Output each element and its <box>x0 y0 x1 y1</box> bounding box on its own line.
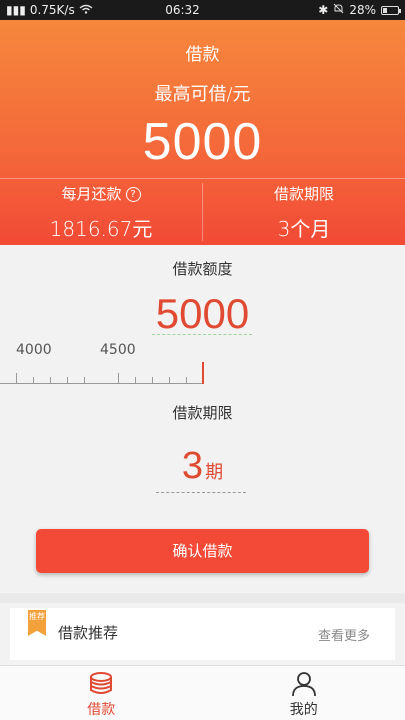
nav-item-mine[interactable]: 我的 <box>203 666 405 720</box>
user-icon <box>291 672 316 697</box>
period-label: 借款期限 <box>172 404 233 422</box>
battery-percent: 28% <box>349 3 376 17</box>
monthly-repayment-value: 1816.67元 <box>49 217 153 241</box>
page-title: 借款 <box>185 45 220 65</box>
ruler-label-4000: 4000 <box>16 342 52 358</box>
period-selector[interactable]: 3期 <box>0 445 405 488</box>
period-number: 3 <box>181 445 204 487</box>
signal-icon: ▮▮▮ <box>6 3 26 17</box>
network-speed: 0.75K/s <box>29 3 75 17</box>
amount-ruler-slider[interactable]: 4000 4500 <box>0 338 405 388</box>
loan-header: 借款 最高可借/元 5000 每月还款 ? 1816.67元 借款期限 3个月 <box>0 20 405 245</box>
bottom-nav: 借款 我的 <box>0 665 405 720</box>
loan-recommend-card[interactable]: 推荐 借款推荐 查看更多 <box>10 608 395 660</box>
status-time: 06:32 <box>165 3 200 17</box>
loan-term: 借款期限 3个月 <box>203 182 405 242</box>
view-more-link[interactable]: 查看更多 <box>318 625 370 644</box>
period-unit: 期 <box>205 462 224 482</box>
amount-value[interactable]: 5000 <box>0 290 405 338</box>
max-amount-value: 5000 <box>142 113 263 171</box>
status-bar: ▮▮▮ 0.75K/s 06:32 ✱ 28% <box>0 0 405 20</box>
loan-term-value: 3个月 <box>277 217 331 241</box>
mute-bell-icon <box>333 3 344 17</box>
confirm-loan-button[interactable]: 确认借款 <box>36 529 369 573</box>
period-underline <box>156 492 246 493</box>
nav-label-loan: 借款 <box>87 702 116 718</box>
ruler-baseline <box>0 383 203 384</box>
help-icon[interactable]: ? <box>125 186 141 202</box>
ruler-tick <box>118 373 119 383</box>
amount-label: 借款额度 <box>172 260 233 278</box>
ruler-label-4500: 4500 <box>100 342 136 358</box>
coins-icon <box>90 672 113 694</box>
max-amount-label: 最高可借/元 <box>154 84 251 105</box>
amount-underline <box>152 334 252 335</box>
recommend-tag: 推荐 <box>28 610 46 636</box>
bluetooth-icon: ✱ <box>318 3 329 17</box>
loan-term-label: 借款期限 <box>273 185 334 203</box>
nav-label-mine: 我的 <box>289 702 318 718</box>
monthly-repayment: 每月还款 ? 1816.67元 <box>0 182 202 242</box>
recommend-title: 借款推荐 <box>58 624 119 642</box>
header-divider <box>0 178 405 179</box>
battery-icon <box>381 5 401 15</box>
monthly-repayment-label: 每月还款 <box>61 185 122 203</box>
section-separator <box>0 593 405 603</box>
ruler-indicator[interactable] <box>202 362 204 384</box>
wifi-icon <box>79 3 93 17</box>
ruler-tick <box>16 373 17 383</box>
nav-item-loan[interactable]: 借款 <box>0 666 203 720</box>
